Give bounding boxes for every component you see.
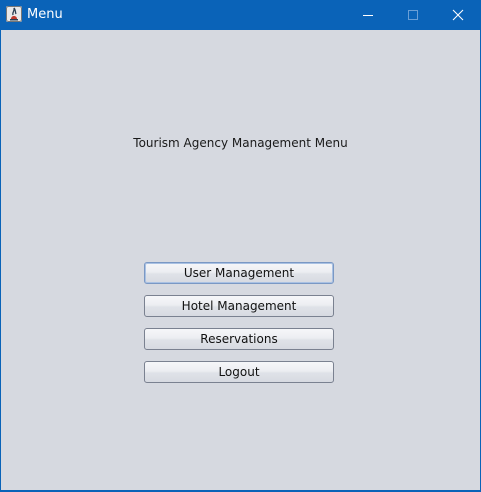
close-icon xyxy=(452,9,464,21)
minimize-button[interactable] xyxy=(345,0,391,30)
maximize-icon xyxy=(408,10,418,20)
logout-button[interactable]: Logout xyxy=(144,361,334,383)
menu-panel: Tourism Agency Management Menu User Mana… xyxy=(1,30,480,490)
maximize-button[interactable] xyxy=(390,0,436,30)
hotel-management-button[interactable]: Hotel Management xyxy=(144,295,334,317)
window-title: Menu xyxy=(27,7,63,22)
title-bar[interactable]: Menu xyxy=(0,0,481,30)
reservations-button[interactable]: Reservations xyxy=(144,328,334,350)
close-button[interactable] xyxy=(435,0,481,30)
user-management-button[interactable]: User Management xyxy=(144,262,334,284)
minimize-icon xyxy=(363,15,373,16)
application-window: Menu Tourism Agency Management Menu User… xyxy=(0,0,481,492)
menu-heading: Tourism Agency Management Menu xyxy=(133,136,348,150)
java-app-icon[interactable] xyxy=(6,6,22,22)
